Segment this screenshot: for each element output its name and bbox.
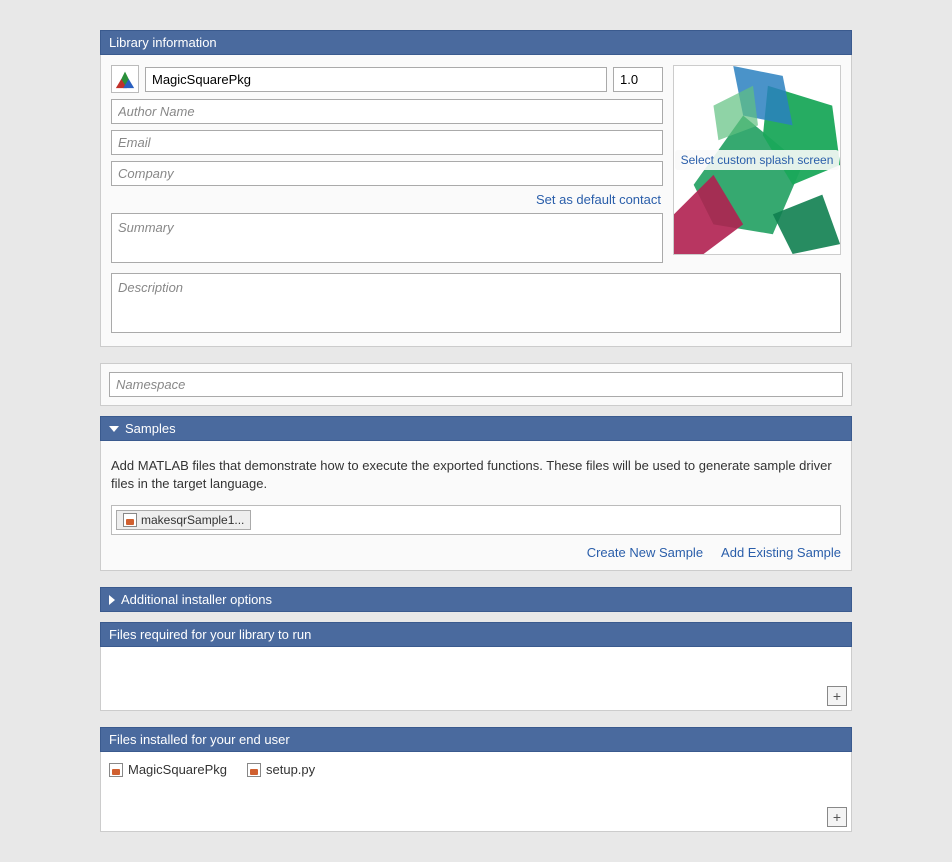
email-input[interactable]	[111, 130, 663, 155]
set-default-contact-link[interactable]: Set as default contact	[536, 192, 661, 207]
add-required-file-button[interactable]: +	[827, 686, 847, 706]
installed-file-label: setup.py	[266, 762, 315, 777]
library-version-input[interactable]	[613, 67, 663, 92]
installed-file-item[interactable]: MagicSquarePkg	[109, 762, 227, 777]
add-installed-file-button[interactable]: +	[827, 807, 847, 827]
create-new-sample-link[interactable]: Create New Sample	[587, 545, 703, 560]
installed-file-label: MagicSquarePkg	[128, 762, 227, 777]
summary-textarea[interactable]	[111, 213, 663, 263]
library-info-panel: Set as default contact Select custom spl…	[100, 55, 852, 347]
additional-installer-label: Additional installer options	[121, 592, 272, 607]
namespace-input[interactable]	[109, 372, 843, 397]
installed-file-item[interactable]: setup.py	[247, 762, 315, 777]
files-installed-header: Files installed for your end user	[100, 727, 852, 752]
samples-header-label: Samples	[125, 421, 176, 436]
library-info-header: Library information	[100, 30, 852, 55]
samples-header[interactable]: Samples	[100, 416, 852, 441]
company-input[interactable]	[111, 161, 663, 186]
samples-description: Add MATLAB files that demonstrate how to…	[111, 457, 841, 493]
splash-screen-selector[interactable]: Select custom splash screen	[673, 65, 841, 255]
additional-installer-header[interactable]: Additional installer options	[100, 587, 852, 612]
file-icon	[247, 763, 261, 777]
namespace-panel	[100, 363, 852, 406]
add-existing-sample-link[interactable]: Add Existing Sample	[721, 545, 841, 560]
samples-panel: Add MATLAB files that demonstrate how to…	[100, 441, 852, 571]
splash-screen-label: Select custom splash screen	[675, 150, 840, 170]
app-icon[interactable]	[111, 65, 139, 93]
file-icon	[109, 763, 123, 777]
chevron-right-icon	[109, 595, 115, 605]
author-name-input[interactable]	[111, 99, 663, 124]
sample-file-item[interactable]: makesqrSample1...	[116, 510, 251, 530]
sample-file-label: makesqrSample1...	[141, 513, 244, 527]
samples-list[interactable]: makesqrSample1...	[111, 505, 841, 535]
library-name-input[interactable]	[145, 67, 607, 92]
description-textarea[interactable]	[111, 273, 841, 333]
chevron-down-icon	[109, 426, 119, 432]
files-required-panel: +	[100, 647, 852, 711]
matlab-file-icon	[123, 513, 137, 527]
files-installed-panel: MagicSquarePkg setup.py +	[100, 752, 852, 832]
files-required-header: Files required for your library to run	[100, 622, 852, 647]
